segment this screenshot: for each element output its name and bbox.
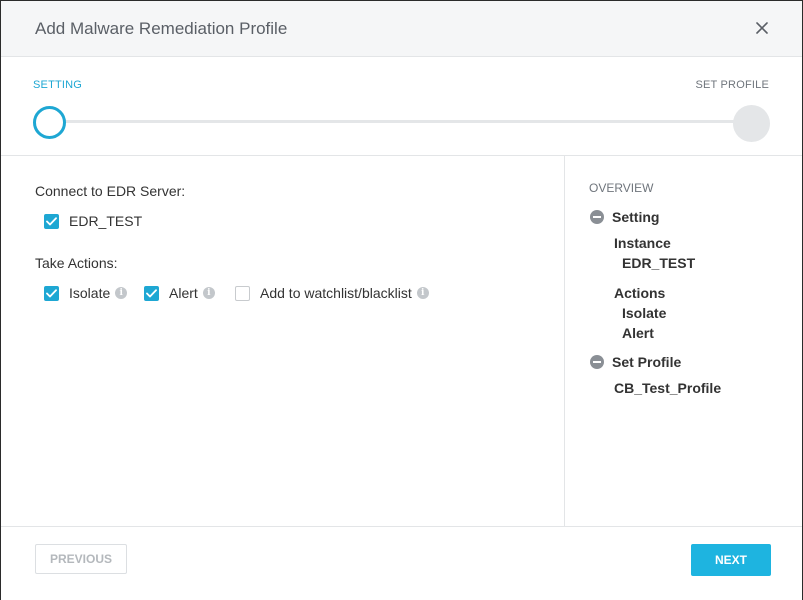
connect-edr-server-label: Connect to EDR Server: [35, 183, 186, 199]
overview-set-profile-label: Set Profile [612, 354, 682, 370]
dialog-footer: PREVIOUS NEXT [1, 526, 802, 600]
overview-setting-label: Setting [612, 209, 660, 225]
dialog-header: Add Malware Remediation Profile [1, 1, 802, 57]
minus-circle-icon[interactable] [590, 355, 604, 369]
dialog-title: Add Malware Remediation Profile [35, 19, 288, 38]
stepper-track [51, 120, 751, 123]
previous-button[interactable]: PREVIOUS [35, 544, 127, 574]
overview-section-set-profile[interactable]: Set Profile [590, 354, 681, 370]
overview-section-setting[interactable]: Setting [590, 209, 659, 225]
overview-action-isolate: Isolate [622, 305, 667, 321]
wizard-stepper: SETTING SET PROFILE [1, 57, 802, 156]
action-option-alert[interactable]: Alert i [144, 285, 215, 301]
add-malware-remediation-profile-dialog: Add Malware Remediation Profile SETTING … [0, 0, 803, 600]
step-node-setting[interactable] [33, 106, 66, 139]
isolate-checkbox[interactable] [44, 285, 59, 301]
checkmark-icon [46, 216, 57, 225]
watchlist-blacklist-checkbox[interactable] [235, 285, 250, 301]
close-icon [756, 22, 768, 34]
overview-panel: OVERVIEW Setting Instance EDR_TEST Actio… [564, 156, 803, 526]
step-label-setting[interactable]: SETTING [33, 79, 82, 91]
overview-action-alert: Alert [622, 325, 654, 341]
next-button[interactable]: NEXT [691, 544, 771, 576]
overview-actions-label: Actions [614, 285, 666, 301]
alert-label: Alert [169, 285, 198, 301]
overview-instance-value: EDR_TEST [622, 255, 696, 271]
minus-circle-icon[interactable] [590, 210, 604, 224]
overview-profile-value: CB_Test_Profile [614, 380, 722, 396]
info-icon[interactable]: i [115, 287, 128, 299]
step-label-set-profile[interactable]: SET PROFILE [695, 79, 769, 91]
info-icon[interactable]: i [416, 287, 429, 299]
info-icon[interactable]: i [202, 287, 215, 299]
server-option-edr-test[interactable]: EDR_TEST [44, 213, 142, 229]
checkmark-icon [46, 288, 57, 297]
alert-checkbox[interactable] [144, 285, 159, 301]
close-button[interactable] [751, 17, 773, 39]
checkmark-icon [146, 288, 157, 297]
overview-title: OVERVIEW [589, 181, 654, 195]
server-label-edr-test: EDR_TEST [69, 213, 143, 229]
server-checkbox-edr-test[interactable] [44, 213, 59, 229]
isolate-label: Isolate [69, 285, 111, 301]
overview-instance-label: Instance [614, 235, 671, 251]
action-option-isolate[interactable]: Isolate i [44, 285, 128, 301]
settings-form: Connect to EDR Server: EDR_TEST Take Act… [1, 156, 564, 526]
take-actions-label: Take Actions: [35, 255, 118, 271]
action-option-watchlist-blacklist[interactable]: Add to watchlist/blacklist i [235, 285, 429, 301]
watchlist-blacklist-label: Add to watchlist/blacklist [260, 285, 412, 301]
step-node-set-profile[interactable] [733, 105, 770, 142]
